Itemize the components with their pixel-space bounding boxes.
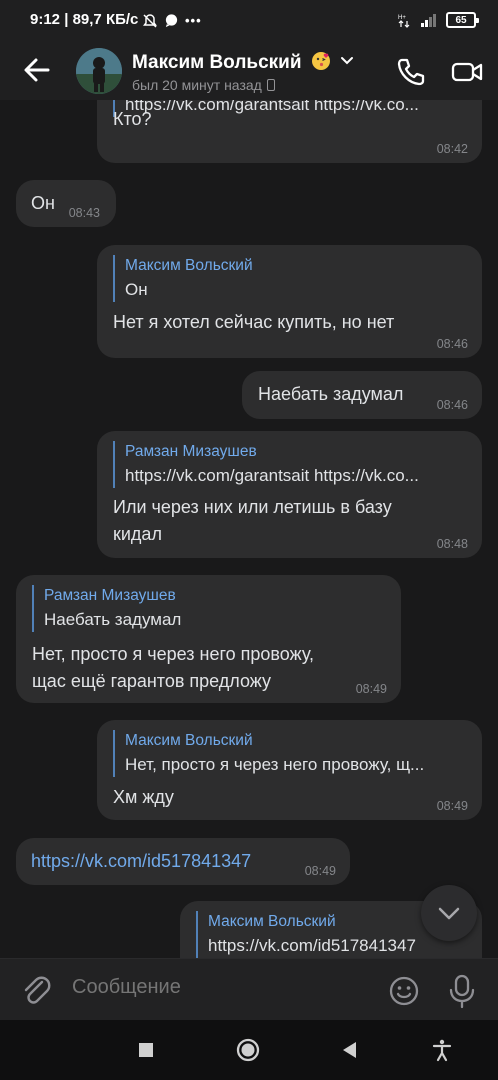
message-text-line: Нет, просто я через него провожу, xyxy=(32,644,315,664)
message-bubble-outgoing[interactable]: Максим Вольский Нет, просто я через него… xyxy=(97,720,482,820)
reply-quote-text: https://vk.com/garantsait https://vk.co.… xyxy=(125,466,419,485)
reply-quote-author: Рамзан Мизаушев xyxy=(44,587,176,604)
mobile-device-icon xyxy=(266,79,275,91)
message-list[interactable]: https://vk.com/garantsait https://vk.co.… xyxy=(0,100,498,958)
status-notification-icons: ••• xyxy=(142,13,202,29)
status-bar: 9:12 | 89,7 КБ/с ••• H+ 65 xyxy=(0,0,498,44)
accessibility-icon[interactable] xyxy=(430,1038,454,1062)
battery-icon: 65 xyxy=(446,12,479,28)
reply-quote-text: Нет, просто я через него провожу, щ... xyxy=(125,755,425,774)
recent-apps-icon[interactable] xyxy=(134,1038,158,1062)
hd-signal-icon: H+ xyxy=(398,15,410,28)
reply-quote-author: Максим Вольский xyxy=(125,257,253,274)
message-text-line: кидал xyxy=(113,524,162,544)
message-time: 08:42 xyxy=(436,142,468,156)
reply-quote-text: Он xyxy=(125,280,148,299)
phone-call-icon[interactable] xyxy=(395,56,427,88)
status-right-icons: H+ 65 xyxy=(398,12,479,28)
reply-quote-author: Максим Вольский xyxy=(125,732,253,749)
reply-quote[interactable]: Максим Вольский Он xyxy=(113,255,453,302)
message-bubble-outgoing[interactable]: https://vk.com/garantsait https://vk.co.… xyxy=(97,100,482,163)
back-arrow-icon[interactable] xyxy=(22,54,52,86)
message-text: Хм жду xyxy=(113,787,174,807)
message-bubble-incoming[interactable]: Рамзан Мизаушев Наебать задумал Нет, про… xyxy=(16,575,401,703)
message-text: Он xyxy=(31,193,55,213)
message-text-line: Или через них или летишь в базу xyxy=(113,497,392,517)
message-text-line: щас ещё гарантов предложу xyxy=(32,671,272,691)
message-input[interactable] xyxy=(72,976,362,999)
status-speed: 89,7 КБ/с xyxy=(72,11,139,28)
more-dots-icon: ••• xyxy=(185,13,202,28)
chevron-down-icon xyxy=(438,907,460,920)
reply-quote[interactable]: https://vk.com/garantsait https://vk.co.… xyxy=(113,100,465,117)
message-composer xyxy=(0,958,498,1020)
back-triangle-icon[interactable] xyxy=(338,1038,362,1062)
message-time: 08:43 xyxy=(68,206,100,220)
reply-quote-text: https://vk.com/garantsait https://vk.co.… xyxy=(125,100,419,114)
system-navigation-bar xyxy=(0,1020,498,1080)
chat-header: Максим Вольский был 20 минут назад xyxy=(0,44,498,100)
signal-strength-icon xyxy=(421,14,436,27)
message-bubble-incoming[interactable]: https://vk.com/id517841347 08:49 xyxy=(16,838,350,885)
reply-quote-text: Наебать задумал xyxy=(44,610,182,629)
muted-bell-icon xyxy=(143,14,157,28)
chevron-down-icon[interactable] xyxy=(340,54,354,68)
chat-bubble-icon xyxy=(165,14,178,28)
message-time: 08:49 xyxy=(436,799,468,813)
last-seen-text: был 20 минут назад xyxy=(132,77,262,93)
reply-quote[interactable]: Максим Вольский Нет, просто я через него… xyxy=(113,730,458,777)
message-time: 08:49 xyxy=(355,682,387,696)
message-bubble-outgoing[interactable]: Максим Вольский Он Нет я хотел сейчас ку… xyxy=(97,245,482,358)
avatar[interactable] xyxy=(76,48,122,94)
emoji-icon[interactable] xyxy=(388,975,420,1007)
message-text: Наебать задумал xyxy=(258,384,404,404)
scroll-to-bottom-button[interactable] xyxy=(421,885,477,941)
message-text: Кто? xyxy=(113,109,152,129)
message-text: Нет я хотел сейчас купить, но нет xyxy=(113,312,395,332)
video-call-icon[interactable] xyxy=(450,56,484,88)
status-time: 9:12 xyxy=(30,11,61,28)
message-bubble-incoming[interactable]: Он 08:43 xyxy=(16,180,116,227)
message-bubble-outgoing[interactable]: Наебать задумал 08:46 xyxy=(242,371,482,419)
reply-quote[interactable]: Рамзан Мизаушев Наебать задумал xyxy=(32,585,382,632)
microphone-icon[interactable] xyxy=(448,973,476,1009)
message-time: 08:49 xyxy=(304,864,336,878)
last-seen-status: был 20 минут назад xyxy=(132,77,275,93)
home-icon[interactable] xyxy=(236,1038,260,1062)
contact-name[interactable]: Максим Вольский xyxy=(132,51,331,74)
message-bubble-outgoing[interactable]: Рамзан Мизаушев https://vk.com/garantsai… xyxy=(97,431,482,558)
reply-quote-author: Рамзан Мизаушев xyxy=(125,443,257,460)
message-time: 08:48 xyxy=(436,537,468,551)
reply-quote[interactable]: Рамзан Мизаушев https://vk.com/garantsai… xyxy=(113,441,465,488)
battery-level: 65 xyxy=(455,14,467,26)
status-time-speed: 9:12 | 89,7 КБ/с xyxy=(30,11,139,28)
message-time: 08:46 xyxy=(436,398,468,412)
paperclip-icon[interactable] xyxy=(20,973,52,1007)
message-time: 08:46 xyxy=(436,337,468,351)
message-link[interactable]: https://vk.com/id517841347 xyxy=(31,848,251,875)
contact-name-text: Максим Вольский xyxy=(132,52,302,73)
kiss-emoji-icon xyxy=(311,51,331,74)
svg-text:H+: H+ xyxy=(398,15,406,21)
